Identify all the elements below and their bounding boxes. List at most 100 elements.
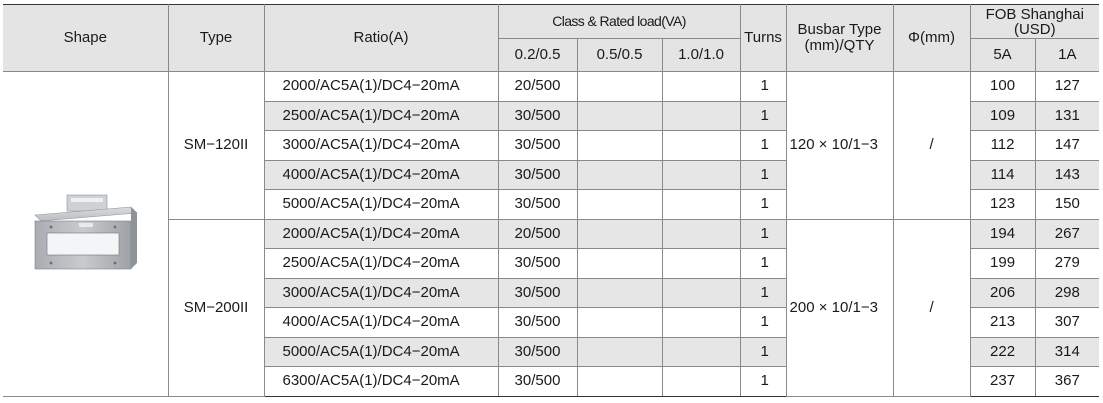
ratio-cell: 3000/AC5A(1)/DC4−20mA	[264, 130, 499, 161]
price-5a-cell: 109	[969, 100, 1036, 131]
class-10-10-cell	[661, 366, 741, 397]
price-5a-cell: 237	[969, 366, 1036, 397]
table-row: SM−120II 2000/AC5A(1)/DC4−20mA 20/500 1 120 …	[3, 71, 1100, 397]
class-10-10-cell	[661, 218, 741, 249]
header-ratio: Ratio(A)	[263, 4, 499, 72]
turns-cell: 1	[739, 307, 787, 338]
class-05-05-cell	[576, 130, 663, 161]
class-02-05-cell: 30/500	[497, 307, 578, 338]
class-02-05-cell: 30/500	[497, 130, 578, 161]
split-core-current-transformer-icon	[3, 193, 167, 275]
turns-cell: 1	[739, 71, 787, 102]
table-row: SM−200II 2000/AC5A(1)/DC4−20mA 20/500 1 200 …	[3, 218, 1100, 397]
price-1a-cell: 314	[1034, 336, 1100, 367]
table-body: SM−120II 2000/AC5A(1)/DC4−20mA 20/500 1 120 …	[3, 71, 1100, 397]
class-05-05-cell	[576, 307, 663, 338]
header-busbar: Busbar Type (mm)/QTY	[785, 4, 894, 72]
header-price-1a: 1A	[1034, 38, 1100, 72]
turns-cell: 1	[739, 159, 787, 190]
turns-cell: 1	[739, 189, 787, 220]
class-02-05-cell: 30/500	[497, 189, 578, 220]
header-price-5a: 5A	[969, 38, 1036, 72]
ratio-cell: 3000/AC5A(1)/DC4−20mA	[264, 277, 499, 308]
price-1a-cell: 127	[1034, 71, 1100, 102]
price-1a-cell: 150	[1034, 189, 1100, 220]
phi-cell: /	[892, 71, 971, 220]
class-10-10-cell	[661, 248, 741, 279]
class-05-05-cell	[576, 248, 663, 279]
shape-cell	[3, 71, 169, 397]
class-05-05-cell	[576, 71, 663, 102]
class-05-05-cell	[576, 159, 663, 190]
ratio-cell: 2000/AC5A(1)/DC4−20mA	[263, 218, 499, 249]
spec-table-container: Shape Type Ratio(A) Class & Rated load(V…	[3, 4, 1100, 397]
class-02-05-cell: 20/500	[497, 218, 578, 249]
header-class-05-05: 0.5/0.5	[576, 38, 663, 72]
price-1a-cell: 143	[1034, 159, 1100, 190]
class-10-10-cell	[661, 189, 741, 220]
header-class-10-10: 1.0/1.0	[661, 38, 741, 72]
price-5a-cell: 112	[969, 130, 1036, 161]
price-5a-cell: 213	[969, 307, 1036, 338]
price-1a-cell: 267	[1034, 218, 1100, 249]
class-10-10-cell	[661, 100, 741, 131]
spec-table: Shape Type Ratio(A) Class & Rated load(V…	[3, 4, 1100, 397]
turns-cell: 1	[739, 130, 787, 161]
ratio-cell: 4000/AC5A(1)/DC4−20mA	[264, 307, 499, 338]
class-10-10-cell	[661, 159, 741, 190]
turns-cell: 1	[739, 218, 787, 249]
class-02-05-cell: 30/500	[497, 366, 578, 397]
header-type: Type	[167, 4, 265, 72]
class-02-05-cell: 30/500	[497, 336, 578, 367]
class-02-05-cell: 20/500	[497, 71, 578, 102]
type-cell: SM−200II	[168, 218, 265, 397]
price-1a-cell: 147	[1034, 130, 1100, 161]
price-1a-cell: 298	[1034, 277, 1100, 308]
class-05-05-cell	[576, 100, 663, 131]
header-phi: Φ(mm)	[892, 4, 971, 72]
turns-cell: 1	[739, 366, 787, 397]
ratio-cell: 2000/AC5A(1)/DC4−20mA	[263, 71, 499, 102]
phi-cell: /	[892, 218, 971, 397]
price-5a-cell: 206	[969, 277, 1036, 308]
ratio-cell: 5000/AC5A(1)/DC4−20mA	[264, 336, 499, 367]
turns-cell: 1	[739, 336, 787, 367]
class-02-05-cell: 30/500	[497, 277, 578, 308]
busbar-cell: 120 × 10/1−3	[785, 71, 894, 220]
busbar-cell: 200 × 10/1−3	[785, 218, 894, 397]
class-10-10-cell	[661, 71, 741, 102]
class-05-05-cell	[576, 366, 663, 397]
header-class-rated-load: Class & Rated load(VA)	[497, 4, 741, 39]
price-5a-cell: 100	[969, 71, 1036, 102]
price-1a-cell: 307	[1034, 307, 1100, 338]
ratio-cell: 6300/AC5A(1)/DC4−20mA	[264, 366, 499, 397]
turns-cell: 1	[739, 100, 787, 131]
ratio-cell: 2500/AC5A(1)/DC4−20mA	[264, 248, 499, 279]
header-fob-shanghai: FOB Shanghai (USD)	[969, 4, 1100, 39]
price-1a-cell: 367	[1034, 366, 1100, 397]
class-05-05-cell	[576, 218, 663, 249]
class-02-05-cell: 30/500	[497, 248, 578, 279]
header-shape: Shape	[3, 4, 169, 72]
header-class-02-05: 0.2/0.5	[498, 38, 578, 72]
class-10-10-cell	[661, 307, 741, 338]
class-10-10-cell	[661, 336, 741, 367]
class-02-05-cell: 30/500	[497, 159, 578, 190]
price-5a-cell: 222	[969, 336, 1036, 367]
price-5a-cell: 199	[969, 248, 1036, 279]
class-10-10-cell	[661, 277, 741, 308]
class-05-05-cell	[576, 189, 663, 220]
class-05-05-cell	[576, 277, 663, 308]
price-1a-cell: 131	[1034, 100, 1100, 131]
type-cell: SM−120II	[167, 71, 265, 220]
ratio-cell: 5000/AC5A(1)/DC4−20mA	[264, 189, 499, 220]
turns-cell: 1	[739, 248, 787, 279]
class-10-10-cell	[661, 130, 741, 161]
table-header: Shape Type Ratio(A) Class & Rated load(V…	[3, 4, 1100, 72]
ratio-cell: 4000/AC5A(1)/DC4−20mA	[264, 159, 499, 190]
price-5a-cell: 123	[969, 189, 1036, 220]
class-05-05-cell	[576, 336, 663, 367]
header-turns: Turns	[739, 4, 787, 72]
price-5a-cell: 194	[969, 218, 1036, 249]
turns-cell: 1	[739, 277, 787, 308]
